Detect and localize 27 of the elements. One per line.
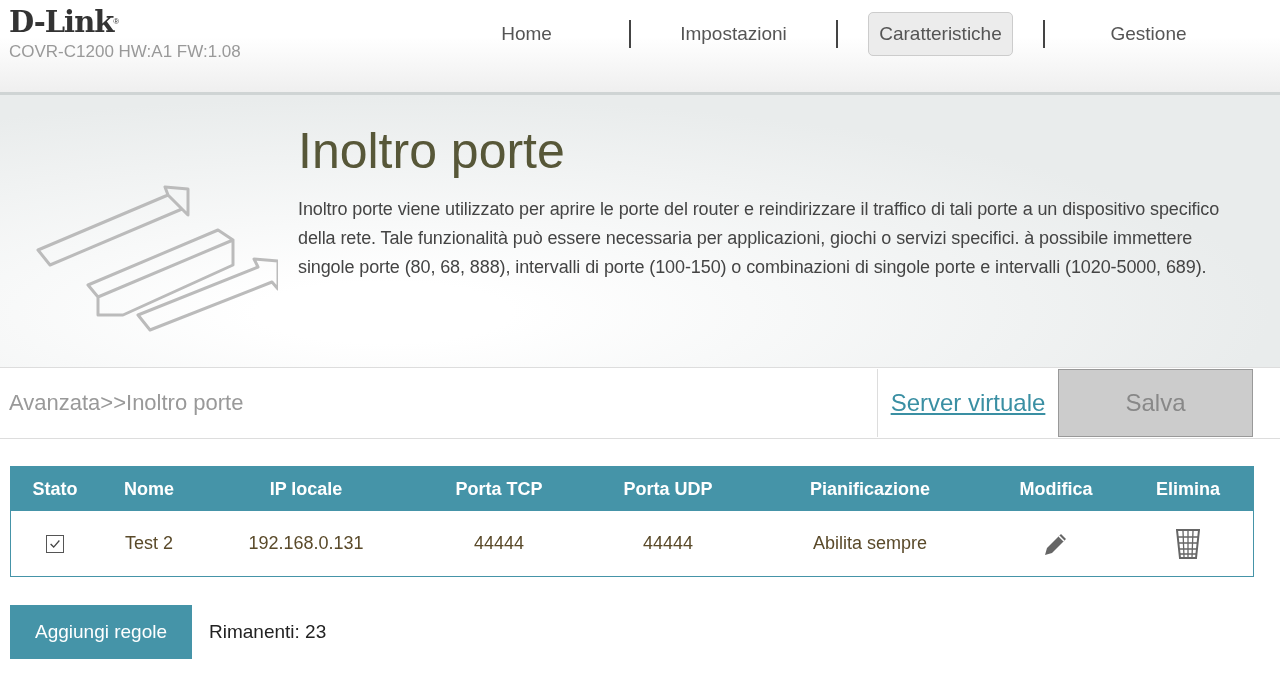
page-title: Inoltro porte: [298, 122, 566, 181]
brand-logo: D-Link$^{®}$: [9, 6, 119, 38]
remaining-count: Rimanenti: 23: [209, 621, 327, 643]
page-description: Inoltro porte viene utilizzato per aprire le porte del router e reindirizzare il traffico di tali porte a un dispositivo specifico della rete. Tale funzionalità può essere necessaria per applicazioni, giochi o servizi specifici. à possibile immettere singole porte (80, 68, 888), intervalli di porte (100-150) o combinazioni di singole porte e intervalli (1020-5000, 689).: [298, 198, 1221, 279]
table-cell-text: 44444: [473, 532, 525, 555]
column-header: Pianificazione: [808, 477, 931, 501]
column-header: Stato: [31, 477, 79, 501]
trash-icon[interactable]: [1176, 528, 1200, 559]
column-header: Porta TCP: [454, 477, 544, 501]
nav-tab[interactable]: Home: [490, 12, 563, 56]
model-info: COVR-C1200 HW:A1 FW:1.08: [9, 42, 242, 62]
nav-tab[interactable]: Gestione: [1099, 12, 1198, 56]
column-header: IP locale: [268, 477, 344, 501]
breadcrumb: Avanzata>>Inoltro porte: [9, 390, 245, 416]
column-header: Porta UDP: [622, 477, 714, 501]
table-cell-text: 44444: [642, 532, 694, 555]
virtual-server-link[interactable]: Server virtuale: [890, 389, 1046, 417]
add-rules-button[interactable]: Aggiungi regole: [10, 605, 192, 659]
table-cell-text: Test 2: [125, 532, 173, 555]
nav-tab[interactable]: Impostazioni: [669, 12, 798, 56]
column-header: Nome: [123, 477, 175, 501]
table-cell-text: 192.168.0.131: [248, 532, 364, 555]
column-header: Elimina: [1155, 477, 1221, 501]
column-header: Modifica: [1018, 477, 1094, 501]
status-checkbox[interactable]: [46, 534, 64, 553]
table-cell-text: Abilita sempre: [812, 532, 927, 555]
nav-tab[interactable]: Caratteristiche: [868, 12, 1013, 56]
